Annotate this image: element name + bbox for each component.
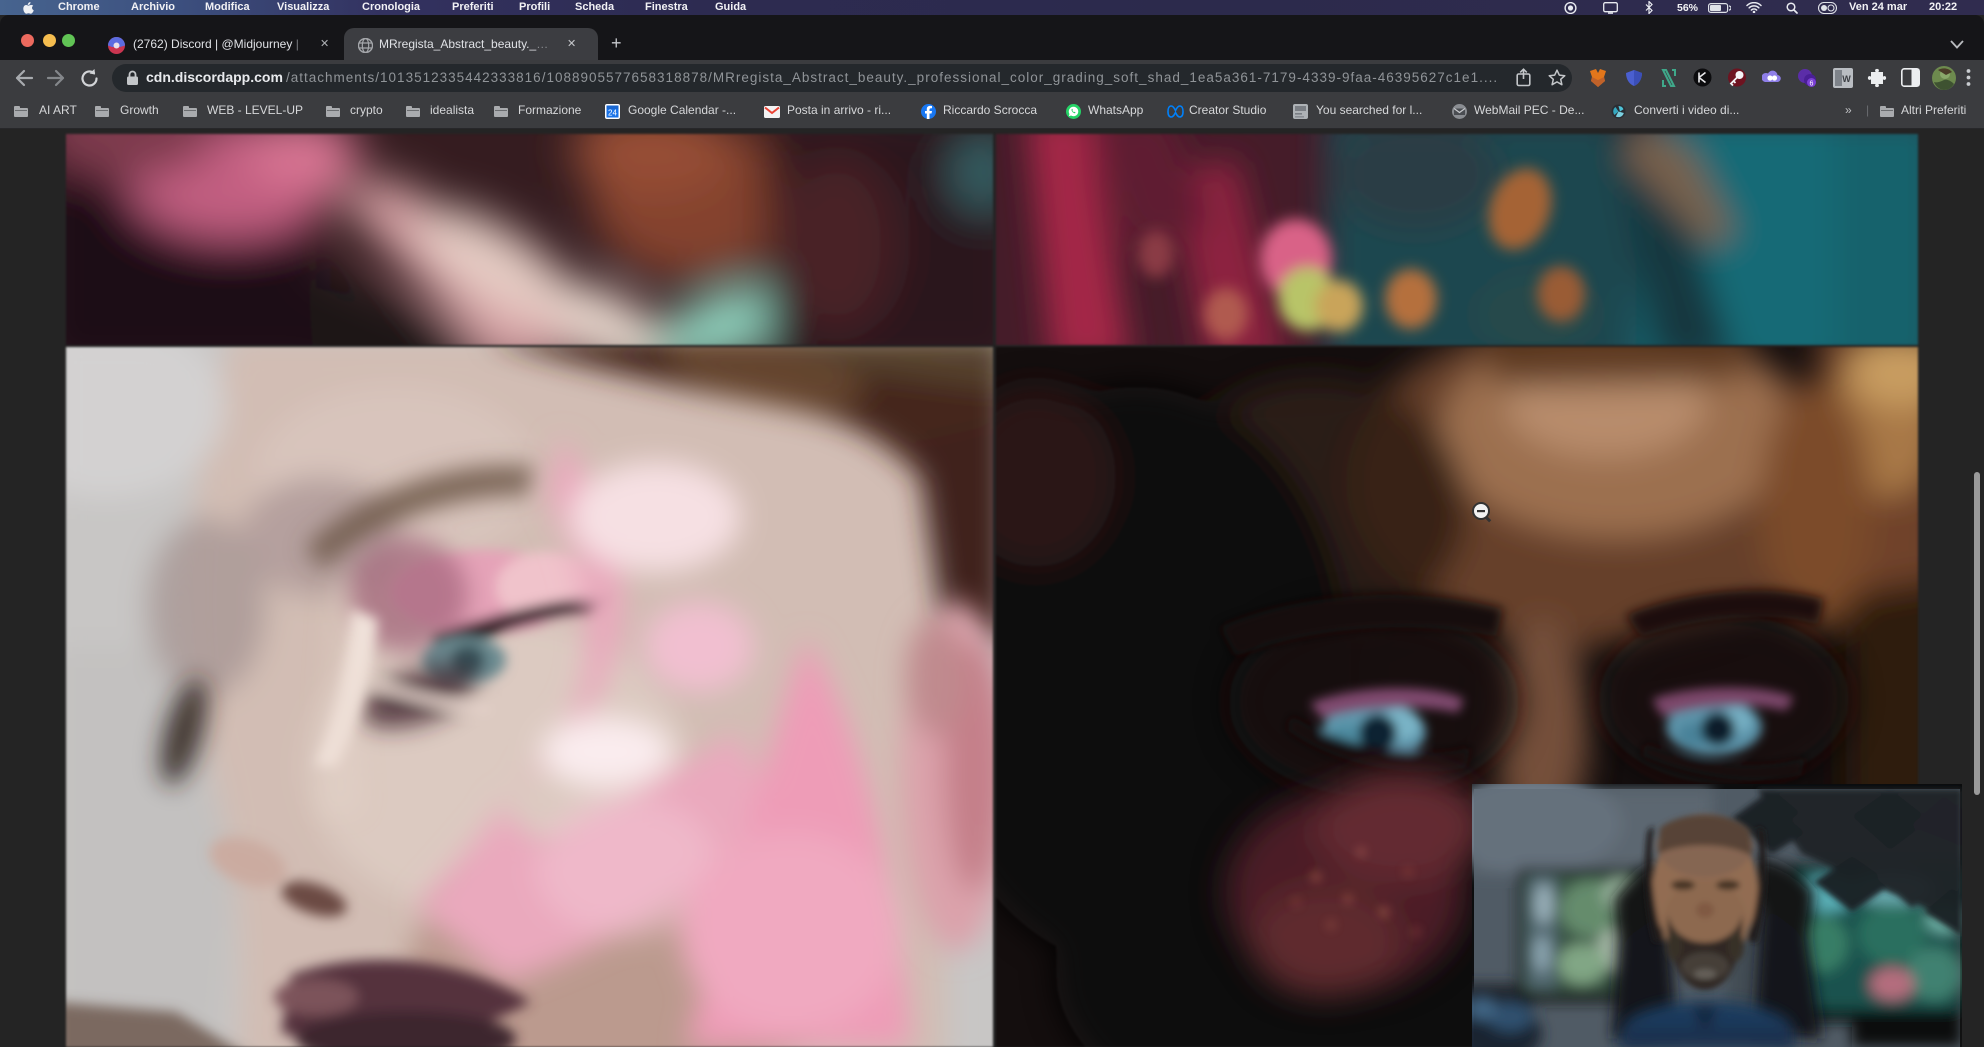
svg-text:W: W [1842,74,1851,84]
svg-text:24: 24 [608,109,617,118]
svg-text:6: 6 [1810,80,1814,87]
